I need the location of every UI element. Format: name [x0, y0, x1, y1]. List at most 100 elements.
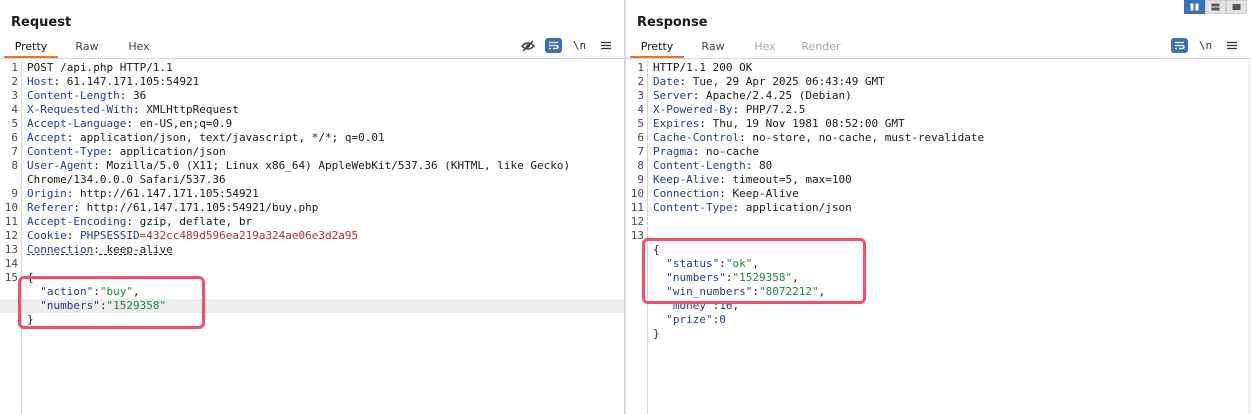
request-line[interactable]: 13 Connection: keep-alive — [0, 243, 624, 257]
header-separator: : — [93, 159, 100, 172]
request-line[interactable]: 4 X-Requested-With: XMLHttpRequest — [0, 103, 624, 117]
line-number: 1 — [637, 61, 644, 74]
newline-icon[interactable]: \n — [1197, 38, 1214, 53]
line-text: Host: 61.147.171.105:54921 — [27, 75, 199, 89]
response-line[interactable]: 7 Pragma: no-cache — [626, 145, 1251, 159]
wrap-icon[interactable] — [545, 38, 562, 53]
header-value: en-US,en;q=0.9 — [132, 117, 233, 130]
request-line[interactable]: 2 Host: 61.147.171.105:54921 — [0, 75, 624, 89]
header-value: 80 — [752, 159, 773, 172]
request-line[interactable]: Chrome/134.0.0.0 Safari/537.36 — [0, 173, 624, 187]
response-line[interactable]: 13 — [626, 229, 1251, 243]
line-text: Content-Type: application/json — [653, 201, 852, 215]
header-name: Origin — [27, 187, 67, 200]
response-tab-render: Render — [801, 40, 841, 53]
response-line[interactable]: 4 X-Powered-By: PHP/7.2.5 — [626, 103, 1251, 117]
request-line[interactable]: 8 User-Agent: Mozilla/5.0 (X11; Linux x86… — [0, 159, 624, 173]
line-number: 7 — [637, 145, 644, 158]
request-line[interactable]: 7 Content-Type: application/json — [0, 145, 624, 159]
response-line[interactable]: 6 Cache-Control: no-store, no-cache, must… — [626, 131, 1251, 145]
request-toolbar: \n — [510, 38, 614, 53]
wrap-icon[interactable] — [1171, 38, 1188, 53]
header-separator: : — [126, 215, 133, 228]
request-line[interactable]: "action":"buy", — [0, 285, 624, 299]
response-line[interactable]: 2 Date: Tue, 29 Apr 2025 06:43:49 GMT — [626, 75, 1251, 89]
line-number: 6 — [637, 131, 644, 144]
json-colon: : — [752, 285, 759, 298]
request-line[interactable]: 12 Cookie: PHPSESSID=432cc489d596ea219a32… — [0, 229, 624, 243]
response-line[interactable]: "win_numbers":"8072212", — [626, 285, 1251, 299]
line-text: Cookie: PHPSESSID=432cc489d596ea219a324a… — [27, 229, 358, 243]
header-value: PHP/7.2.5 — [739, 103, 806, 116]
header-value: no-store, no-cache, must-revalidate — [745, 131, 985, 144]
split-columns-icon[interactable] — [1184, 0, 1205, 14]
header-separator: : — [719, 173, 726, 186]
line-text: Connection: Keep-Alive — [653, 187, 799, 201]
response-tab-pretty[interactable]: Pretty — [630, 38, 684, 58]
single-pane-icon[interactable] — [1226, 0, 1247, 14]
line-number: 4 — [11, 103, 18, 116]
request-line[interactable]: 15 { — [0, 271, 624, 285]
response-line[interactable]: 9 Keep-Alive: timeout=5, max=100 — [626, 173, 1251, 187]
response-line[interactable]: "prize":0 — [626, 313, 1251, 327]
json-string: "buy" — [99, 285, 133, 298]
request-line[interactable]: } — [0, 313, 624, 327]
json-key: "status" — [666, 257, 720, 270]
header-name: Pragma — [653, 145, 693, 158]
request-tab-pretty[interactable]: Pretty — [4, 38, 58, 58]
request-line[interactable]: 14 — [0, 257, 624, 271]
request-line[interactable]: 11 Accept-Encoding: gzip, deflate, br — [0, 215, 624, 229]
header-name: X-Powered-By — [653, 103, 733, 116]
response-code[interactable]: 1 HTTP/1.1 200 OK 2 Date: Tue, 29 Apr 2025 … — [626, 61, 1251, 341]
request-tab-hex[interactable]: Hex — [116, 38, 162, 58]
json-comma: , — [792, 271, 799, 284]
eye-slash-icon[interactable] — [519, 38, 536, 53]
response-line[interactable]: 1 HTTP/1.1 200 OK — [626, 61, 1251, 75]
line-number: 2 — [11, 75, 18, 88]
layout-toggle — [1184, 0, 1247, 14]
request-line[interactable]: 6 Accept: application/json, text/javascri… — [0, 131, 624, 145]
request-line[interactable]: 5 Accept-Language: en-US,en;q=0.9 — [0, 117, 624, 131]
response-line[interactable]: 3 Server: Apache/2.4.25 (Debian) — [626, 89, 1251, 103]
line-text: { — [653, 243, 660, 256]
json-key: "win_numbers" — [666, 285, 753, 298]
response-line[interactable]: "status":"ok", — [626, 257, 1251, 271]
request-line[interactable]: 10 Referer: http://61.147.171.105:54921/b… — [0, 201, 624, 215]
request-line[interactable]: 3 Content-Length: 36 — [0, 89, 624, 103]
request-editor[interactable]: 1 POST /api.php HTTP/1.1 2 Host: 61.147.171… — [0, 60, 624, 414]
line-number: 13 — [630, 229, 644, 242]
line-number: 9 — [11, 187, 18, 200]
line-number: 14 — [4, 257, 18, 270]
header-value: application/json, text/javascript, */*; … — [73, 131, 385, 144]
response-line[interactable]: 5 Expires: Thu, 19 Nov 1981 08:52:00 GMT — [626, 117, 1251, 131]
response-tab-hex: Hex — [754, 40, 776, 53]
response-line[interactable]: 8 Content-Length: 80 — [626, 159, 1251, 173]
request-line[interactable]: 9 Origin: http://61.147.171.105:54921 — [0, 187, 624, 201]
header-value: Tue, 29 Apr 2025 06:43:49 GMT — [686, 75, 885, 88]
response-editor[interactable]: 1 HTTP/1.1 200 OK 2 Date: Tue, 29 Apr 2025 … — [626, 60, 1251, 414]
response-line[interactable]: 12 — [626, 215, 1251, 229]
request-line[interactable]: 1 POST /api.php HTTP/1.1 — [0, 61, 624, 75]
menu-icon[interactable] — [597, 38, 614, 53]
menu-icon[interactable] — [1223, 38, 1240, 53]
request-tab-raw[interactable]: Raw — [60, 38, 114, 58]
response-line[interactable]: "numbers":"1529358", — [626, 271, 1251, 285]
request-code[interactable]: 1 POST /api.php HTTP/1.1 2 Host: 61.147.171… — [0, 61, 624, 327]
header-value: Keep-Alive — [725, 187, 799, 200]
line-text: Referer: http://61.147.171.105:54921/buy… — [27, 201, 318, 215]
cookie-value: =432cc489d596ea219a324ae06e3d2a95 — [139, 229, 359, 242]
response-line[interactable]: { — [626, 243, 1251, 257]
response-line[interactable]: "money":16, — [626, 299, 1251, 313]
response-line[interactable]: 11 Content-Type: application/json — [626, 201, 1251, 215]
response-tab-raw[interactable]: Raw — [686, 38, 740, 58]
split-rows-icon[interactable] — [1205, 0, 1226, 14]
line-number: 15 — [4, 271, 18, 284]
header-name: Content-Length — [653, 159, 746, 172]
response-line[interactable]: 10 Connection: Keep-Alive — [626, 187, 1251, 201]
response-line[interactable]: } — [626, 327, 1251, 341]
newline-icon[interactable]: \n — [571, 38, 588, 53]
line-number: 12 — [4, 229, 18, 242]
json-comma: , — [132, 285, 140, 298]
request-line[interactable]: "numbers":"1529358" — [0, 299, 624, 313]
